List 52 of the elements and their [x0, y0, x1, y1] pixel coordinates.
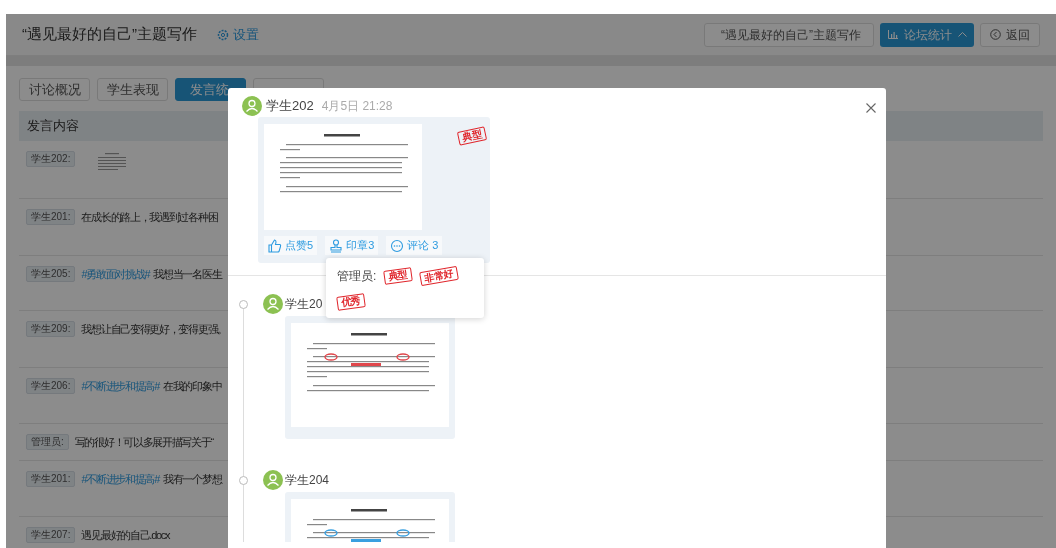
- stamp-label: 典型: [456, 126, 488, 146]
- chevron-up-icon: [957, 32, 967, 37]
- stamp-giver: 管理员:: [337, 268, 377, 285]
- author-tag: 学生201:: [26, 209, 76, 225]
- author-name: 学生202: [266, 97, 314, 116]
- post-text: 写的很好！可以多展开描写关于“: [74, 435, 213, 450]
- back-button[interactable]: 返回: [980, 22, 1040, 47]
- author-tag: 学生202:: [26, 151, 76, 167]
- author-tag: 学生207:: [26, 527, 76, 543]
- back-icon: [990, 29, 1001, 40]
- tab[interactable]: 学生表现: [97, 78, 168, 101]
- thumbs-up-icon: [268, 238, 282, 253]
- settings-icon: [217, 28, 229, 41]
- tab[interactable]: 讨论概况: [19, 78, 90, 101]
- timeline-node: [239, 300, 248, 309]
- post-text: 遇见最好的自己.docx: [81, 528, 170, 543]
- forum-stats-button[interactable]: 论坛统计: [880, 22, 974, 47]
- annotation-circle: [396, 529, 410, 537]
- author-tag: 管理员:: [26, 434, 69, 450]
- close-icon: [866, 103, 876, 113]
- comment-icon: [390, 238, 405, 253]
- timeline-node: [239, 476, 248, 485]
- stamp-icon: [329, 238, 344, 253]
- settings-link[interactable]: 设置: [217, 24, 259, 45]
- post-text: 我有一个梦想: [163, 472, 222, 487]
- post-text: 在成长的路上，我遇到过各种困: [81, 210, 218, 225]
- page-title: “遇见最好的自己”主题写作: [22, 24, 197, 45]
- hashtag-link[interactable]: #不断进步和提高#: [81, 378, 159, 394]
- stamp-button[interactable]: 印章3: [325, 236, 379, 255]
- hashtag-link[interactable]: #勇敢面对挑战#: [81, 266, 150, 282]
- hashtag-link[interactable]: #不断进步和提高#: [81, 471, 159, 487]
- annotation-circle: [324, 353, 338, 361]
- topic-dropdown[interactable]: “遇见最好的自己”主题写作: [704, 22, 874, 47]
- author-tag: 学生206:: [26, 378, 76, 394]
- author-name: 学生204: [285, 472, 330, 489]
- author-tag: 学生201:: [26, 471, 76, 487]
- avatar-icon: [242, 96, 262, 116]
- bar-chart-icon: [887, 30, 898, 39]
- author-tag: 学生205:: [26, 266, 76, 282]
- like-button[interactable]: 点赞5: [264, 236, 318, 255]
- avatar-icon: [263, 294, 283, 314]
- annotation-circle: [324, 529, 338, 537]
- author-name: 学生20: [285, 296, 323, 313]
- post-text: 我想当一名医生: [153, 267, 222, 282]
- avatar-icon: [263, 470, 283, 490]
- annotation-circle: [396, 353, 410, 361]
- column-header: 发言内容: [27, 117, 79, 136]
- comment-button[interactable]: 评论 3: [386, 236, 443, 255]
- author-tag: 学生209:: [26, 321, 76, 337]
- post-text: 在我的印象中: [163, 379, 222, 394]
- post-text: 我想让自己变得更好，变得更强。: [81, 322, 227, 337]
- post-time: 4月5日 21:28: [321, 98, 393, 115]
